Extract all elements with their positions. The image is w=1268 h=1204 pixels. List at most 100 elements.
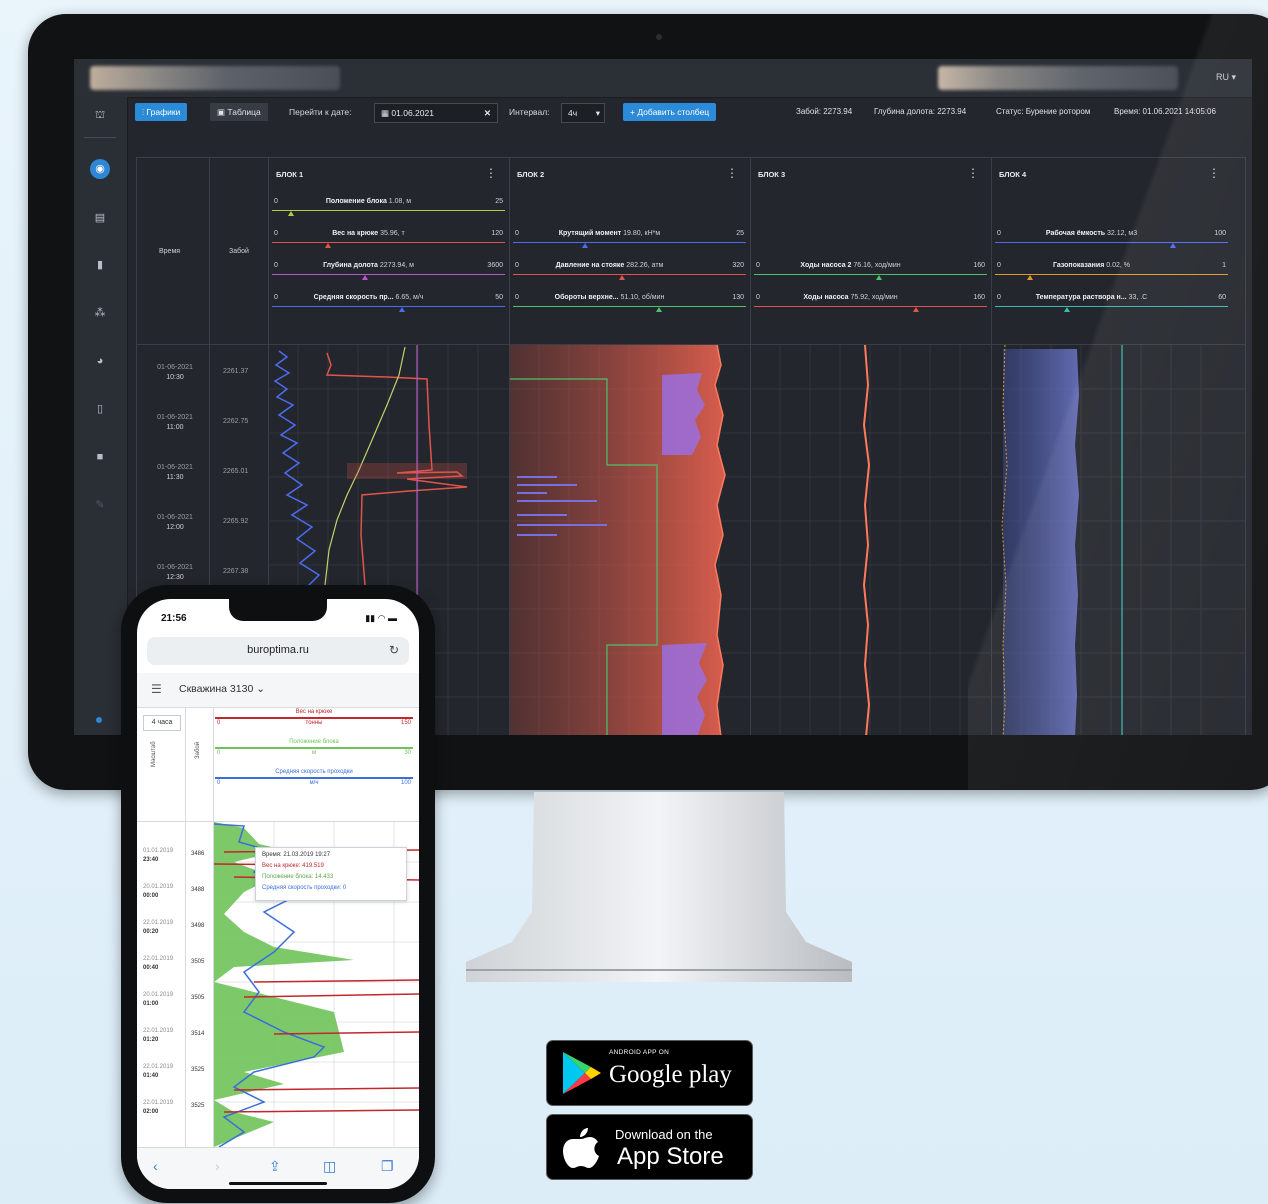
language-select[interactable]: RU ▾	[1216, 72, 1236, 83]
legend-param-name: Температура раствора н...	[1035, 294, 1127, 301]
phone-time: 02:00	[143, 1109, 159, 1115]
google-play-badge[interactable]: ANDROID APP ON Google play	[546, 1040, 753, 1106]
phone-tooltip: Время: 21.03.2019 19:27 Вес на крюке: 41…	[255, 847, 407, 901]
tabs-icon[interactable]: ❐	[381, 1158, 394, 1175]
block-2-menu-icon[interactable]: ⋮	[726, 166, 738, 180]
legend-label: Ходы насоса 2 76.16, ход/мин	[750, 262, 951, 269]
phone-time: 00:20	[143, 929, 159, 935]
monitoring-icon[interactable]: ◉	[90, 159, 110, 179]
block-1-menu-icon[interactable]: ⋮	[485, 166, 497, 180]
legend-param-name: Средняя скорость пр...	[313, 294, 394, 301]
drill-icon[interactable]: ✎	[90, 495, 110, 515]
interval-select[interactable]: 4ч ▾	[561, 103, 605, 123]
phone-legend-name: Положение блока	[289, 739, 339, 745]
legend-param: 0 Рабочая ёмкость 32.12, м3 100	[991, 230, 1232, 248]
camera-dot	[656, 34, 662, 40]
safari-toolbar: ‹ › ⇪ ◫ ❐	[137, 1147, 419, 1189]
phone-legend-name: Средняя скорость проходки	[275, 769, 353, 775]
phone-col-divider	[185, 707, 186, 1147]
legend-param: 0 Средняя скорость пр... 6.65, м/ч 50	[268, 294, 509, 312]
legend-marker	[1027, 275, 1033, 280]
video-icon[interactable]: ■	[90, 447, 110, 467]
table-tab[interactable]: ▣ Таблица	[210, 103, 268, 121]
forward-icon[interactable]: ›	[215, 1158, 220, 1174]
phone-legend-unit: м	[311, 750, 317, 756]
legend-param-value: 6.65, м/ч	[395, 294, 424, 301]
legend-param-value: 1.08, м	[388, 198, 412, 205]
home-indicator	[229, 1182, 327, 1185]
legend-param: 0 Обороты верхне... 51.10, об/мин 130	[509, 294, 750, 312]
date-field[interactable]: ▦ 01.06.2021 ✕	[374, 103, 498, 123]
monitor-stand	[466, 792, 852, 982]
clear-date-icon[interactable]: ✕	[484, 104, 491, 122]
phone-screen: 21:56 ▮▮ ◠ ▬ buroptima.ru ↻ ☰ Скважина 3…	[137, 599, 419, 1189]
well-selector[interactable]: Скважина 3130 ⌄	[179, 683, 265, 695]
rail-divider	[84, 137, 116, 138]
app-topbar: RU ▾	[74, 59, 1252, 98]
google-small-text: ANDROID APP ON	[609, 1049, 670, 1056]
tooltip-speed: Средняя скорость проходки: 0	[262, 885, 347, 891]
document-icon[interactable]: ▯	[90, 399, 110, 419]
legend-scale-line	[995, 306, 1228, 307]
phone-time-cell: 22.01.2019 01:20	[143, 1027, 173, 1045]
structure-icon[interactable]: ⁂	[90, 303, 110, 323]
legend-scale-line	[754, 306, 987, 307]
legend-param-name: Обороты верхне...	[554, 294, 619, 301]
phone-legend-max: 150	[400, 720, 411, 726]
legend-marker	[656, 307, 662, 312]
phone-legend-name: Вес на крюке	[295, 709, 333, 715]
block-3-menu-icon[interactable]: ⋮	[967, 166, 979, 180]
phone-time: 00:00	[143, 893, 159, 899]
legend-param-value: 0.02, %	[1106, 262, 1131, 269]
phone-time: 01:00	[143, 1001, 159, 1007]
apple-big-text: App Store	[617, 1143, 724, 1170]
block2-torque-band-bottom	[662, 643, 707, 735]
add-column-button[interactable]: + Добавить столбец	[623, 103, 717, 121]
share-icon[interactable]: ⇪	[269, 1158, 281, 1175]
phone-date: 22.01.2019	[143, 956, 174, 962]
legend-label: Положение блока 1.08, м	[268, 198, 469, 205]
phone-time: 23:40	[143, 857, 159, 863]
phone-legend-line	[215, 717, 413, 719]
legend-label: Рабочая ёмкость 32.12, м3	[991, 230, 1192, 237]
tooltip-block: Положение блока: 14.433	[262, 874, 334, 880]
status-state: Статус: Бурение ротором	[996, 107, 1091, 116]
wells-icon[interactable]: ⛫	[90, 105, 110, 125]
reload-icon[interactable]: ↻	[389, 643, 399, 657]
charts-tab[interactable]: ⫶ Графики	[135, 103, 188, 121]
phone-legend-line	[215, 747, 413, 749]
status-time: Время: 01.06.2021 14:05:06	[1114, 107, 1216, 116]
well-name: Скважина 3130	[179, 683, 254, 695]
phone-time-cell: 20.01.2019 00:00	[143, 883, 173, 901]
legend-max: 120	[491, 230, 503, 237]
block-4-menu-icon[interactable]: ⋮	[1208, 166, 1220, 180]
address-bar[interactable]: buroptima.ru ↻	[147, 637, 409, 665]
legend-scale-line	[272, 306, 505, 307]
toolbar: ⫶ Графики ▣ Таблица Перейти к дате: ▦ 01…	[127, 97, 1252, 127]
tooltip-time: Время: 21.03.2019 19:27	[262, 852, 331, 858]
legend-scale-line	[513, 274, 746, 275]
phone-zaboi-cell: 3514	[191, 1031, 205, 1037]
app-store-badge[interactable]: Download on the App Store	[546, 1114, 753, 1180]
legend-scale-line	[995, 242, 1228, 243]
pie-icon[interactable]: ◕	[90, 351, 110, 371]
legend-max: 60	[1218, 294, 1226, 301]
interval-select[interactable]: 4 часа	[143, 715, 181, 731]
phone-date: 22.01.2019	[143, 1064, 174, 1070]
block-2-title: БЛОК 2	[517, 170, 545, 179]
menu-icon[interactable]: ☰	[151, 682, 162, 696]
charts-icon[interactable]: ▮	[90, 255, 110, 275]
phone-notch	[229, 599, 327, 621]
block-1-title: БЛОК 1	[276, 170, 304, 179]
phone-time-cell: 22.01.2019 02:00	[143, 1099, 173, 1117]
phone-time: 01:20	[143, 1037, 159, 1043]
bookmarks-icon[interactable]: ◫	[323, 1158, 336, 1175]
block-3-title: БЛОК 3	[758, 170, 786, 179]
report-icon[interactable]: ▤	[90, 208, 110, 228]
lang-label: RU	[1215, 72, 1229, 82]
block3-pump-trace	[862, 345, 871, 735]
back-icon[interactable]: ‹	[153, 1158, 158, 1174]
legend-param-name: Крутящий момент	[558, 230, 622, 237]
legend-param-name: Глубина долота	[323, 262, 378, 269]
legend-param-value: 32.12, м3	[1107, 230, 1138, 237]
